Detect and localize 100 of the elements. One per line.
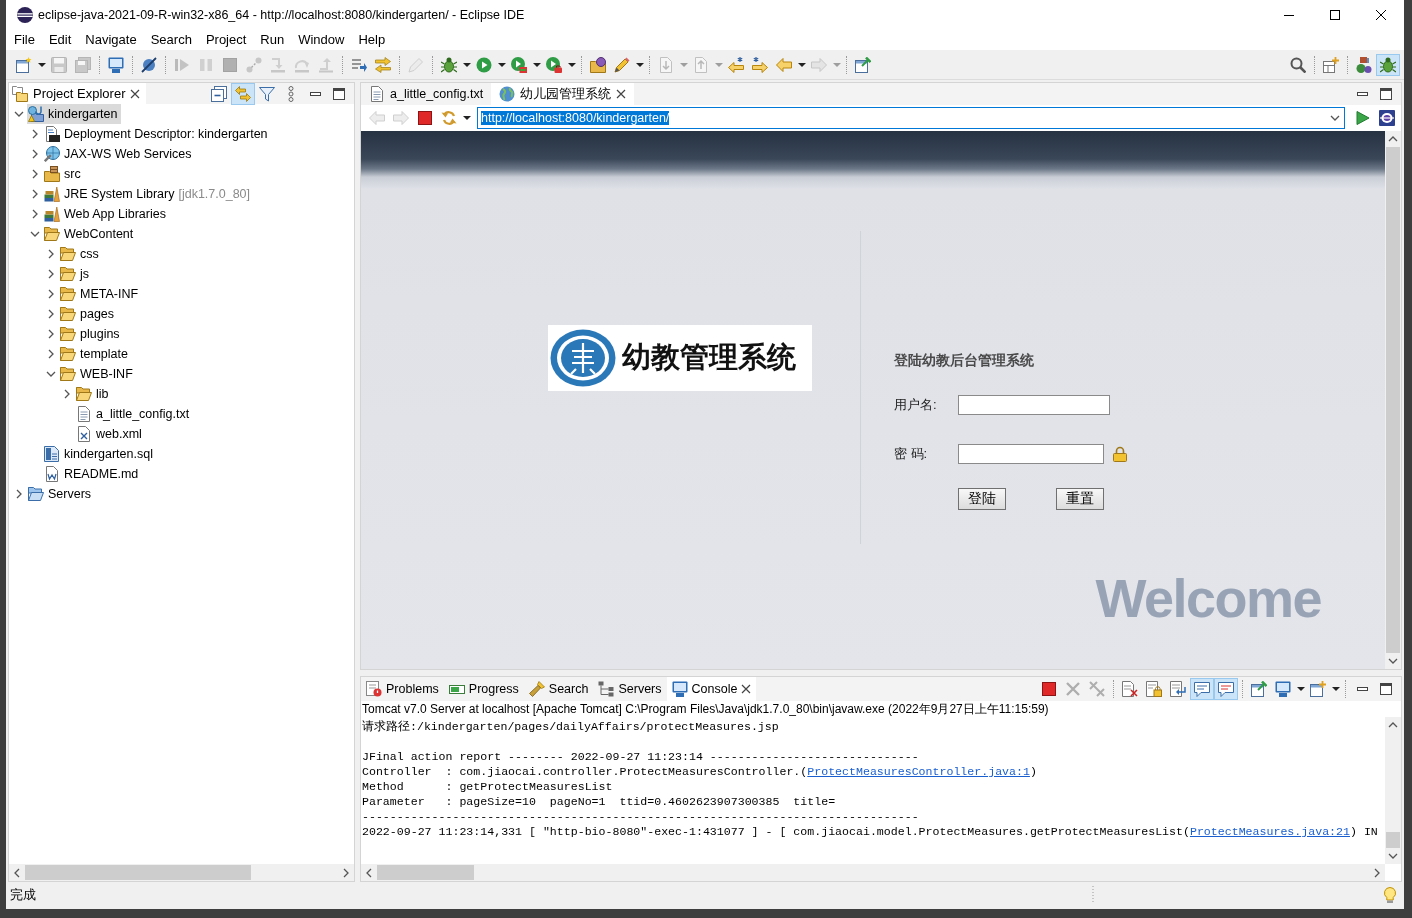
tree-item[interactable]: Deployment Descriptor: kindergarten — [43, 124, 271, 144]
tree-item[interactable]: WebContent — [43, 224, 137, 244]
folder-ball-icon — [590, 56, 606, 73]
horizontal-scrollbar[interactable] — [361, 864, 1385, 881]
show-error-button[interactable] — [1214, 678, 1238, 700]
tree-item[interactable]: JAX-WS Web Services — [43, 144, 195, 164]
arrow-down-icon — [270, 56, 286, 73]
hierarchy-icon — [598, 681, 615, 697]
vertical-scrollbar[interactable] — [1385, 131, 1401, 669]
chevron-right-icon[interactable] — [48, 309, 54, 319]
close-icon[interactable] — [616, 89, 627, 99]
view-tab[interactable]: Console — [666, 677, 757, 701]
tree-item[interactable]: plugins — [59, 324, 123, 344]
tree-item[interactable]: pages — [59, 304, 118, 324]
menu-item[interactable]: Navigate — [78, 31, 144, 49]
play-circle-icon — [476, 56, 492, 73]
scrollbar-thumb[interactable] — [377, 865, 474, 880]
caret-icon — [1331, 687, 1340, 691]
window-title: eclipse-java-2021-09-R-win32-x86_64 - http://localhost:8080/kindergarten/ - Eclipse IDE — [38, 8, 525, 22]
perspective-button[interactable] — [1376, 53, 1400, 76]
stop-icon — [1041, 681, 1057, 697]
tree-item[interactable]: template — [59, 344, 131, 364]
chevron-right-icon[interactable] — [1374, 867, 1380, 878]
source-link[interactable]: ProtectMeasuresController.java:1 — [807, 765, 1030, 778]
chevron-left-icon[interactable] — [14, 867, 20, 878]
menu-item[interactable]: Project — [198, 31, 254, 49]
tree-item[interactable]: META-INF — [59, 284, 142, 304]
reset-button[interactable]: 重置 — [1056, 488, 1104, 510]
chevron-right-icon[interactable] — [32, 189, 38, 199]
tree-item[interactable]: Servers — [27, 484, 95, 504]
tree-item[interactable]: kindergarten.sql — [43, 444, 156, 464]
tree-item[interactable]: kindergarten — [27, 104, 121, 124]
menu-item[interactable]: Help — [351, 31, 393, 49]
chevron-right-icon[interactable] — [48, 249, 54, 259]
chevron-down-icon[interactable] — [1330, 115, 1340, 121]
menu-item[interactable]: Run — [253, 31, 292, 49]
url-field[interactable]: http://localhost:8080/kindergarten/ — [477, 107, 1345, 129]
tree-item[interactable]: Web App Libraries — [43, 204, 169, 224]
close-icon[interactable] — [741, 684, 752, 694]
menu-item[interactable]: File — [7, 31, 42, 49]
chevron-down-icon[interactable] — [1388, 853, 1398, 859]
view-tab[interactable]: Search — [523, 677, 594, 701]
login-button[interactable]: 登陆 — [958, 488, 1006, 510]
chevron-down-icon[interactable] — [14, 111, 24, 117]
view-tab[interactable]: Problems — [361, 677, 444, 701]
tree-item[interactable]: js — [59, 264, 93, 284]
chevron-right-icon[interactable] — [32, 149, 38, 159]
close-icon[interactable] — [130, 88, 141, 99]
show-output-button[interactable] — [1190, 678, 1214, 700]
open-folder-icon — [44, 226, 60, 242]
horizontal-scrollbar[interactable] — [9, 864, 354, 881]
menu-item[interactable]: Edit — [41, 31, 79, 49]
caret-icon — [832, 62, 841, 67]
tree-item[interactable]: a_little_config.txt — [75, 404, 193, 424]
tree-item[interactable]: JRE System Library [jdk1.7.0_80] — [43, 184, 254, 204]
chevron-down-icon[interactable] — [1388, 658, 1398, 664]
chevron-right-icon[interactable] — [64, 389, 70, 399]
slashed-dot-icon — [141, 56, 157, 73]
chevron-right-icon[interactable] — [343, 867, 349, 878]
tree-item[interactable]: web.xml — [75, 424, 145, 444]
username-field[interactable] — [958, 395, 1110, 415]
chevron-right-icon[interactable] — [48, 329, 54, 339]
scrollbar-thumb[interactable] — [25, 865, 251, 880]
scrollbar-thumb[interactable] — [1386, 147, 1400, 653]
tree-item[interactable]: README.md — [43, 464, 142, 484]
chevron-right-icon[interactable] — [32, 129, 38, 139]
chevron-right-icon[interactable] — [32, 169, 38, 179]
tree-item[interactable]: lib — [75, 384, 112, 404]
status-message: 完成 — [10, 886, 36, 904]
editor-tab[interactable]: a_little_config.txt — [361, 83, 492, 105]
scrollbar-thumb[interactable] — [1386, 832, 1400, 848]
source-link[interactable]: ProtectMeasures.java:21 — [1189, 825, 1350, 838]
chevron-down-icon[interactable] — [30, 231, 40, 237]
chevron-right-icon[interactable] — [48, 289, 54, 299]
view-tab[interactable]: Progress — [443, 677, 524, 701]
chevron-right-icon[interactable] — [32, 209, 38, 219]
view-tab[interactable]: Project Explorer — [9, 83, 147, 104]
editor-tab[interactable]: 幼儿园管理系统 — [491, 83, 635, 105]
menu-item[interactable]: Search — [143, 31, 199, 49]
chevron-up-icon[interactable] — [1388, 136, 1398, 142]
close-icon — [1376, 10, 1386, 20]
chevron-up-icon[interactable] — [1388, 722, 1398, 728]
tree-item[interactable]: css — [59, 244, 102, 264]
tree-item[interactable]: src — [43, 164, 84, 184]
chevron-right-icon[interactable] — [48, 349, 54, 359]
chevron-down-icon[interactable] — [46, 371, 56, 377]
window-pin-icon — [855, 56, 871, 73]
tree-item[interactable]: WEB-INF — [59, 364, 136, 384]
view-tab[interactable]: Servers — [593, 677, 667, 701]
chevron-left-icon[interactable] — [366, 867, 372, 878]
chevron-right-icon[interactable] — [16, 489, 22, 499]
field-label: 密 码: — [894, 445, 929, 463]
document-badge-icon — [44, 126, 60, 142]
chevron-right-icon[interactable] — [48, 269, 54, 279]
password-field[interactable] — [958, 444, 1104, 464]
menu-item[interactable]: Window — [291, 31, 352, 49]
swap-arrows-icon — [235, 85, 251, 102]
grid-plus-icon — [1323, 56, 1339, 73]
open-folder-icon — [60, 286, 76, 302]
vertical-scrollbar[interactable] — [1385, 717, 1401, 864]
